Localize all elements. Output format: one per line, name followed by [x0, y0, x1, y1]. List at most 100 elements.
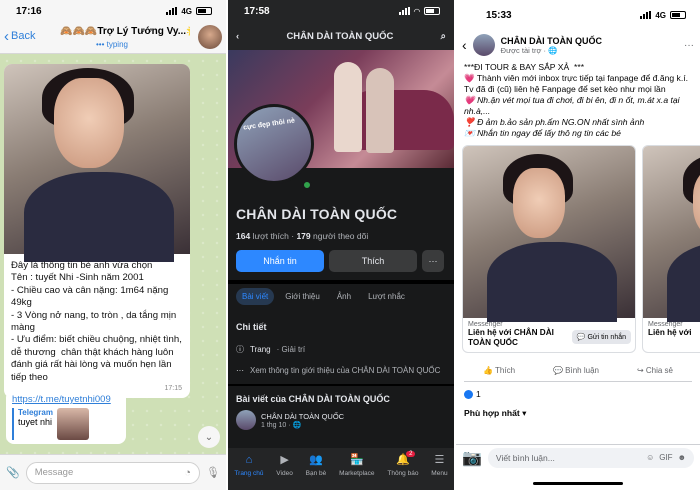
avatar[interactable] — [472, 34, 495, 56]
post-meta: 1 thg 10 · 🌐 — [261, 421, 302, 429]
sponsored-label: Được tài trợ · 🌐 — [500, 45, 558, 55]
ad-carousel[interactable]: Messenger Liên hệ với CHÂN DÀI TOÀN QUỐC… — [462, 145, 700, 355]
chat-area[interactable]: Đây là thông tin bé anh vừa chọn Tên : t… — [0, 54, 226, 490]
wifi-icon: ◠ — [413, 6, 420, 16]
message-line: - Ưu điểm: biết chiều chuộng, nhiệt tình… — [11, 334, 185, 383]
more-button[interactable]: ··· — [422, 250, 444, 272]
nav-friends[interactable]: 👥 Bạn bè — [306, 454, 327, 477]
thumbs-up-icon: 👍 — [482, 366, 496, 375]
link-thumbnail — [56, 408, 89, 440]
post-header: ‹ CHÂN DÀI TOÀN QUỐC Được tài trợ · 🌐 ··… — [456, 30, 700, 60]
nav-menu[interactable]: ☰ Menu — [431, 454, 447, 477]
search-icon[interactable]: ⌕ — [441, 31, 446, 42]
tab-posts[interactable]: Bài viết — [236, 288, 275, 305]
card-photo[interactable] — [463, 146, 635, 322]
posts-title: Bài viết của CHÂN DÀI TOÀN QUỐC — [236, 394, 390, 404]
message-photo[interactable] — [4, 64, 190, 262]
page-name[interactable]: CHÂN DÀI TOÀN QUỐC — [501, 36, 602, 46]
avatar-sticker-icon[interactable]: ☺ — [646, 453, 654, 462]
carousel-card[interactable]: Messenger Liên hệ với CHÂN DÀI TOÀN QUỐC… — [462, 145, 636, 353]
status-bar: 15:33 4G — [456, 0, 700, 30]
tab-photos[interactable]: Ảnh — [331, 288, 357, 305]
card-footer: Messenger Liên hệ với CHÂN DÀI TOÀN QUỐC… — [463, 318, 635, 352]
camera-icon[interactable]: 📷 — [462, 448, 482, 468]
post-header[interactable]: CHÂN DÀI TOÀN QUỐC 1 thg 10 · 🌐 — [236, 410, 344, 430]
like-reaction-icon — [464, 389, 473, 399]
battery-icon — [424, 7, 440, 15]
share-action[interactable]: ↪ Chia sẻ — [637, 366, 673, 375]
divider — [228, 280, 454, 284]
comment-action[interactable]: 💬 Bình luận — [553, 366, 599, 375]
back-label: Back — [11, 30, 36, 42]
attach-icon[interactable]: 📎 — [6, 466, 20, 479]
clock: 17:16 — [16, 5, 42, 17]
network-label: 4G — [181, 6, 192, 16]
nav-marketplace[interactable]: 🏪 Marketplace — [339, 454, 374, 477]
link-message[interactable]: https://t.me/tuyetnhi009 Telegram tuyet … — [6, 390, 126, 444]
signal-icon — [166, 7, 178, 15]
marketplace-icon: 🏪 — [349, 454, 364, 466]
more-options-icon[interactable]: ··· — [684, 40, 694, 51]
reaction-count[interactable]: 1 — [464, 389, 481, 399]
scroll-down-button[interactable]: ⌄ — [198, 426, 220, 448]
page-title: CHÂN DÀI TOÀN QUỐC — [236, 206, 398, 222]
message-text: Đây là thông tin bé anh vừa chọn Tên : t… — [4, 254, 190, 398]
screenshot-collage: 17:16 4G ‹ Back 🙈🙈🙈Trợ Lý Tướng Vy...🌟 •… — [0, 0, 700, 490]
avatar[interactable] — [198, 25, 222, 49]
nav-notifications[interactable]: 🔔 Thông báo 2 — [387, 451, 418, 477]
microphone-icon[interactable]: 🎙 — [206, 466, 220, 479]
post-line: 💗 Nh.ận vét mọi tua đi chơi, đi bi ên, đ… — [464, 95, 682, 116]
signal-icon — [398, 7, 410, 15]
comment-sort[interactable]: Phù hợp nhất ▾ — [464, 408, 526, 419]
home-icon: ⌂ — [245, 454, 253, 466]
bottom-nav: ⌂ Trang chủ ▶ Video 👥 Bạn bè 🏪 Marketplace 🔔… — [228, 448, 454, 490]
sticker-icon[interactable]: ◔ — [184, 467, 191, 479]
message-bubble[interactable]: Đây là thông tin bé anh vừa chọn Tên : t… — [4, 64, 190, 399]
tab-about[interactable]: Giới thiệu — [279, 288, 326, 305]
post-actions: 👍 Thích 💬 Bình luận ↪ Chia sẻ — [464, 366, 692, 382]
nav-home[interactable]: ⌂ Trang chủ — [234, 454, 263, 477]
like-action[interactable]: 👍 Thích — [483, 366, 515, 375]
telegram-screen: 17:16 4G ‹ Back 🙈🙈🙈Trợ Lý Tướng Vy...🌟 •… — [0, 0, 226, 490]
nav-video[interactable]: ▶ Video — [276, 454, 293, 477]
post-author[interactable]: CHÂN DÀI TOÀN QUỐC — [261, 412, 344, 421]
message-input[interactable]: Message ◔ — [25, 461, 201, 484]
link-url[interactable]: https://t.me/tuyetnhi009 — [12, 394, 120, 405]
back-arrow-icon[interactable]: ‹ — [462, 37, 467, 53]
message-button[interactable]: Nhắn tin — [236, 250, 324, 272]
message-time: 17:15 — [164, 384, 182, 392]
link-preview[interactable]: Telegram tuyet nhi — [12, 408, 120, 440]
back-button[interactable]: ‹ — [236, 31, 239, 42]
gif-button[interactable]: GIF — [659, 453, 672, 462]
card-photo[interactable] — [643, 146, 700, 322]
emoji-icon[interactable]: ☻ — [678, 453, 686, 462]
like-button[interactable]: Thích — [329, 250, 417, 272]
carousel-card[interactable]: Messenger Liên hệ với — [642, 145, 700, 353]
profile-picture-text: cực đẹp thôi nè — [242, 117, 296, 132]
back-button[interactable]: ‹ Back — [4, 27, 36, 45]
profile-picture[interactable]: cực đẹp thôi nè — [234, 104, 314, 184]
post-line: 💗 Thành viên mới inbox trực tiếp tại fan… — [464, 73, 689, 83]
video-icon: ▶ — [280, 454, 289, 466]
chevron-left-icon: ‹ — [4, 27, 9, 45]
chat-title[interactable]: 🙈🙈🙈Trợ Lý Tướng Vy...🌟 — [60, 26, 190, 37]
chat-status: ••• typing — [96, 40, 128, 49]
category-row: ⓘ Trang · Giải trí — [236, 344, 305, 355]
see-about-link[interactable]: Xem thông tin giới thiệu của CHÂN DÀI TO… — [250, 366, 440, 375]
avatar[interactable] — [236, 410, 256, 430]
post-line: ❣️ Đ ảm b.ảo sản ph.ẩm NG.ON nhất sình ả… — [464, 117, 645, 127]
post-line: 💌 Nhắn tin ngay để lấy thô ng tin các bé — [464, 128, 621, 138]
page-tabs: Bài viết Giới thiệu Ảnh Lượt nhắc — [236, 288, 411, 305]
tab-mentions[interactable]: Lượt nhắc — [362, 288, 411, 305]
info-icon: ⓘ — [236, 345, 244, 354]
card-footer: Messenger Liên hệ với — [643, 318, 700, 352]
card-source: Messenger — [648, 321, 683, 328]
message-composer: 📎 Message ◔ 🎙 — [0, 454, 226, 490]
see-about-row[interactable]: ··· Xem thông tin giới thiệu của CHÂN DÀ… — [236, 366, 440, 375]
link-name: tuyet nhi — [18, 417, 53, 427]
battery-icon — [196, 7, 212, 15]
card-title: Liên hệ với CHÂN DÀI TOÀN QUỐC — [468, 328, 554, 347]
send-message-button[interactable]: 💬 Gửi tin nhắn — [571, 330, 631, 344]
comment-input[interactable]: Viết bình luận... ☺ GIF ☻ — [487, 447, 694, 468]
clock: 15:33 — [486, 9, 512, 21]
